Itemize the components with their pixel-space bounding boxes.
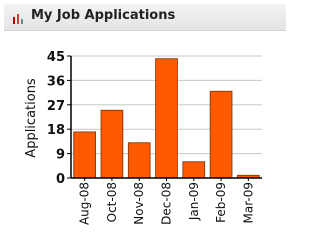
y-tick-label: 9 [56,148,65,163]
bar [182,161,206,179]
x-tick-label: Nov-08 [132,182,146,225]
bar [155,58,178,179]
x-tick-label: Mar-09 [241,182,255,223]
bar [73,131,96,179]
applications-bar-chart: 0 9 18 27 36 45 Aug-08 Oct-08 Nov-08 Dec-08 Jan-0… [24,50,262,225]
bar [100,109,124,179]
y-tick-label: 27 [47,99,65,114]
x-tick-label: Jan-09 [187,182,201,221]
x-tick-label: Aug-08 [78,182,92,225]
bar [127,142,151,179]
x-tick-labels: Aug-08 Oct-08 Nov-08 Dec-08 Jan-09 Feb-09 Mar-… [78,182,256,225]
bars [73,58,260,179]
x-tick-label: Oct-08 [105,182,119,222]
job-applications-widget: My Job Applications 0 9 18 27 36 45 Aug-08 Oct… [0,0,293,248]
y-tick-label: 36 [47,74,65,89]
x-tick-label: Dec-08 [160,182,174,225]
y-tick-labels: 0 9 18 27 36 45 [47,50,65,187]
y-tick-label: 45 [47,50,65,65]
y-tick-label: 0 [56,172,65,187]
x-tick-label: Feb-09 [214,182,228,223]
y-axis-label: Applications [24,78,39,158]
y-tick-label: 18 [47,123,65,138]
bar [209,90,233,179]
